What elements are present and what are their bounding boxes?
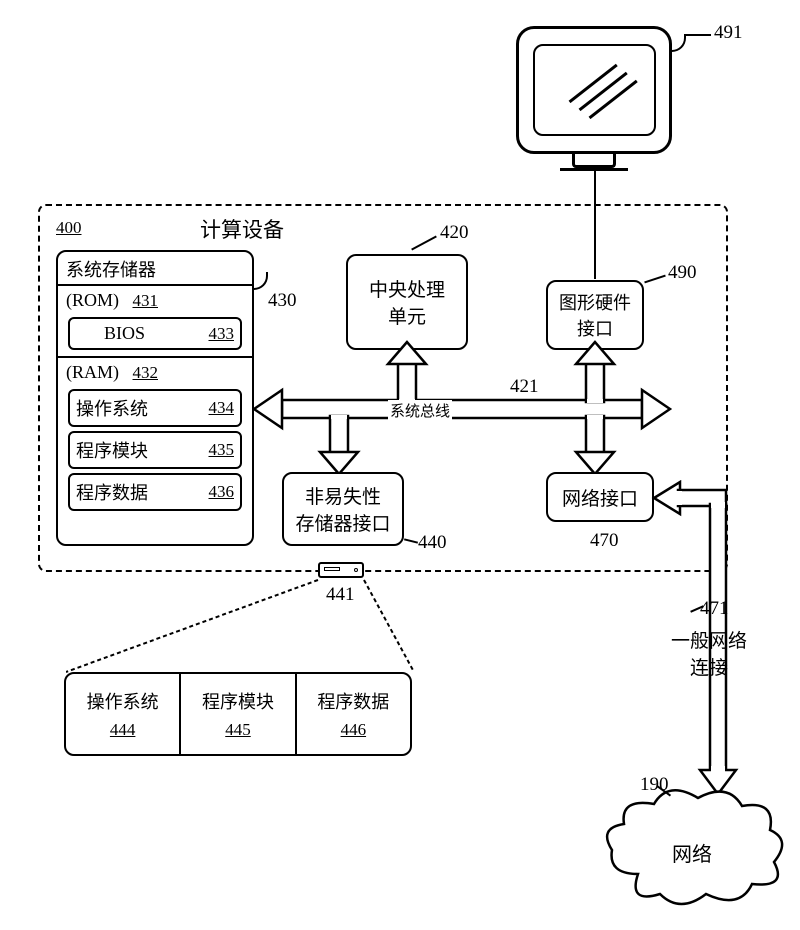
ref-nvif: 440 — [418, 532, 447, 554]
mods-label: 程序模块 — [76, 437, 148, 463]
ref-disk-mods: 445 — [225, 720, 251, 740]
network-interface: 网络接口 — [546, 472, 654, 522]
ref-monitor: 491 — [714, 22, 743, 44]
disk-data-label: 程序数据 — [317, 688, 389, 714]
netconn-label: 一般网络 连接 — [664, 626, 754, 680]
ref-cpu: 420 — [440, 222, 469, 244]
os-label: 操作系统 — [76, 395, 148, 421]
ref-data: 436 — [209, 482, 235, 502]
system-memory: 系统存储器 (ROM) 431 BIOS 433 (RAM) 432 操作系统 … — [56, 250, 254, 546]
disk-contents: 操作系统 444 程序模块 445 程序数据 446 — [64, 672, 412, 756]
ref-netif: 470 — [590, 530, 619, 552]
ref-bios: 433 — [209, 324, 235, 344]
data-box: 程序数据 436 — [68, 473, 242, 511]
os-box: 操作系统 434 — [68, 389, 242, 427]
monitor-screen — [533, 44, 656, 136]
ref-gfx: 490 — [668, 262, 697, 284]
leader-curve — [672, 34, 686, 52]
mods-box: 程序模块 435 — [68, 431, 242, 469]
ref-netconn: 471 — [700, 598, 729, 620]
leader-line — [685, 34, 711, 36]
ref-os: 434 — [209, 398, 235, 418]
sysmem-title: 系统存储器 — [58, 252, 252, 284]
disk-os-label: 操作系统 — [87, 688, 159, 714]
bios-label: BIOS — [76, 323, 145, 344]
ref-disk-data: 446 — [341, 720, 367, 740]
projection-lines — [66, 576, 416, 676]
disk-mods-label: 程序模块 — [202, 688, 274, 714]
bus-label: 系统总线 — [388, 400, 452, 421]
bios-box: BIOS 433 — [68, 317, 242, 350]
ref-mods: 435 — [209, 440, 235, 460]
ram-label: (RAM) — [66, 362, 119, 382]
ref-mem: 430 — [268, 290, 297, 312]
ref-disk-os: 444 — [110, 720, 136, 740]
ref-device: 400 — [56, 218, 82, 238]
ref-rom: 431 — [133, 291, 159, 310]
ref-bus: 421 — [510, 376, 539, 398]
monitor — [516, 26, 672, 154]
data-label: 程序数据 — [76, 479, 148, 505]
monitor-stand — [572, 154, 616, 168]
network-label: 网络 — [672, 838, 712, 867]
device-title: 计算设备 — [200, 214, 284, 244]
ram-section: (RAM) 432 — [58, 358, 252, 385]
rom-section: (ROM) 431 — [58, 286, 252, 313]
nonvolatile-storage-interface: 非易失性 存储器接口 — [282, 472, 404, 546]
ref-ram: 432 — [133, 363, 159, 382]
cpu: 中央处理 单元 — [346, 254, 468, 350]
rom-label: (ROM) — [66, 290, 119, 310]
